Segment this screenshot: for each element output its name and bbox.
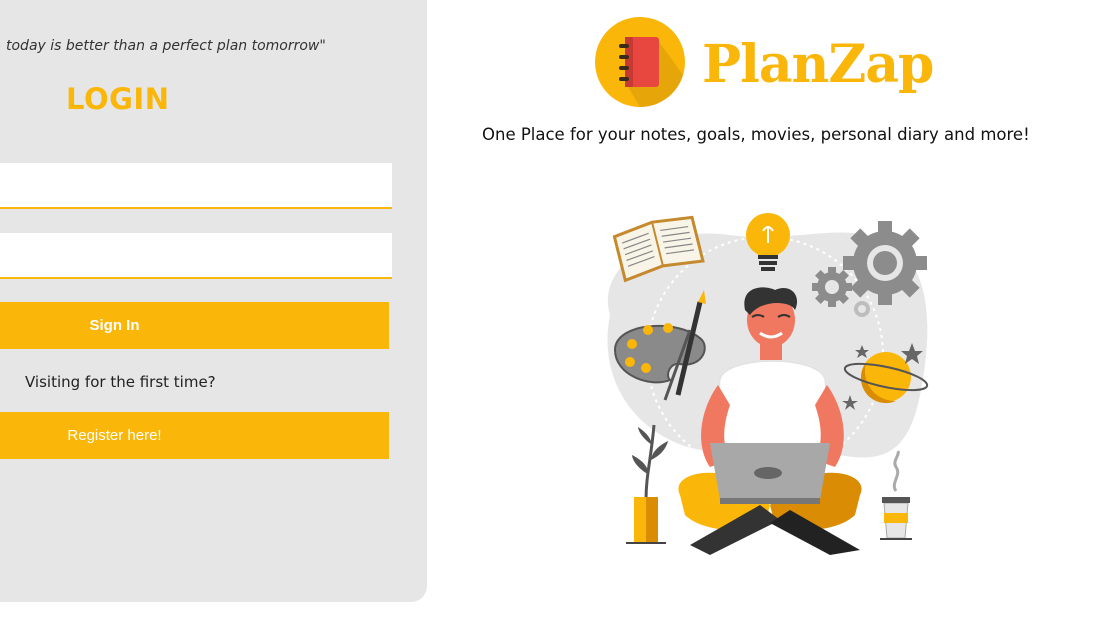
login-panel: today is better than a perfect plan tomo… <box>0 0 427 602</box>
register-button[interactable]: Register here! <box>0 412 389 459</box>
password-field[interactable] <box>0 233 392 279</box>
quote-text: today is better than a perfect plan tomo… <box>6 38 326 54</box>
login-title: LOGIN <box>66 82 170 116</box>
sign-in-button[interactable]: Sign In <box>0 302 389 349</box>
person-with-laptop-illustration <box>607 213 929 555</box>
register-label: Register here! <box>67 427 162 444</box>
page: today is better than a perfect plan tomo… <box>0 0 1099 618</box>
sign-in-label: Sign In <box>89 317 140 334</box>
brand-name: PlanZap <box>702 34 934 95</box>
first-time-text: Visiting for the first time? <box>25 373 216 391</box>
notebook-icon <box>595 17 685 107</box>
tagline: One Place for your notes, goals, movies,… <box>482 125 1030 144</box>
username-field[interactable] <box>0 163 392 209</box>
